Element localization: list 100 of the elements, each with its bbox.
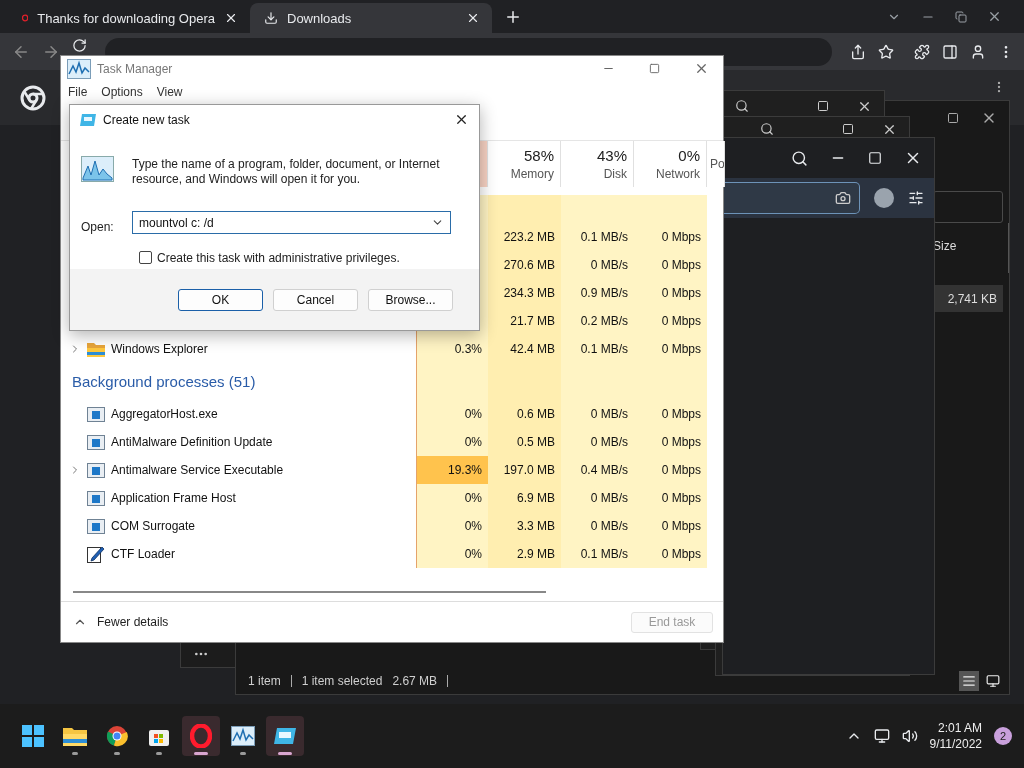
table-cell: 0% bbox=[416, 428, 488, 456]
window-title: Task Manager bbox=[97, 61, 173, 76]
table-cell: 19.3% bbox=[416, 456, 488, 484]
table-cell: 0 MB/s bbox=[561, 428, 634, 456]
reload-icon[interactable] bbox=[72, 38, 87, 53]
table-cell: 0% bbox=[416, 400, 488, 428]
menu-item[interactable]: View bbox=[156, 85, 183, 99]
chrome-icon[interactable] bbox=[106, 725, 128, 747]
star-icon[interactable] bbox=[878, 43, 894, 60]
side-panel-icon[interactable] bbox=[942, 43, 958, 60]
network-icon[interactable] bbox=[873, 728, 890, 744]
folder-icon[interactable] bbox=[63, 726, 87, 746]
close-icon[interactable] bbox=[987, 9, 1002, 24]
checkbox-label: Create this task with administrative privileges. bbox=[157, 250, 400, 265]
browser-tab[interactable]: Downloads bbox=[250, 3, 492, 33]
table-cell: 0.3% bbox=[416, 335, 488, 363]
table-cell: 0 MB/s bbox=[561, 512, 634, 540]
maximize-icon[interactable] bbox=[842, 123, 854, 135]
clock[interactable]: 2:01 AM 9/11/2022 bbox=[929, 721, 982, 751]
table-cell: 21.7 MB bbox=[488, 307, 561, 335]
application-window-icon bbox=[87, 518, 105, 534]
volume-icon[interactable] bbox=[901, 728, 918, 744]
chrome-logo-icon bbox=[20, 84, 46, 111]
table-cell: 0 Mbps bbox=[634, 400, 707, 428]
sliders-icon[interactable] bbox=[908, 190, 924, 206]
activity-graph-icon[interactable] bbox=[231, 726, 255, 746]
browser-tab[interactable]: Thanks for downloading Opera bbox=[8, 3, 250, 33]
table-cell: 0 MB/s bbox=[561, 251, 634, 279]
table-cell: 0 Mbps bbox=[634, 512, 707, 540]
notification-badge[interactable]: 2 bbox=[994, 727, 1012, 745]
run-window-icon[interactable] bbox=[273, 726, 297, 746]
search-icon[interactable] bbox=[760, 122, 774, 136]
windows-logo-icon[interactable] bbox=[22, 725, 44, 747]
table-cell: 0.9 MB/s bbox=[561, 279, 634, 307]
application-window-icon bbox=[87, 462, 105, 478]
process-name: Application Frame Host bbox=[111, 491, 236, 505]
pen-and-paper-icon bbox=[87, 545, 105, 563]
details-view-icon[interactable] bbox=[959, 671, 979, 691]
table-cell: 0 Mbps bbox=[634, 540, 707, 568]
opera-icon[interactable] bbox=[190, 724, 212, 748]
admin-checkbox[interactable]: Create this task with administrative privileges. bbox=[139, 246, 451, 269]
table-cell: 0 Mbps bbox=[634, 307, 707, 335]
menu-item[interactable]: File bbox=[68, 85, 88, 99]
table-cell: 0 Mbps bbox=[634, 223, 707, 251]
table-cell: 0.5 MB bbox=[488, 428, 561, 456]
dialog-button[interactable]: Cancel bbox=[273, 288, 358, 311]
table-cell: 0 Mbps bbox=[634, 251, 707, 279]
status-text: 1 item selected bbox=[301, 674, 383, 688]
table-cell: 0 Mbps bbox=[634, 484, 707, 512]
maximize-icon[interactable] bbox=[947, 112, 959, 124]
avatar-icon[interactable] bbox=[874, 188, 894, 208]
table-cell: 0 Mbps bbox=[634, 279, 707, 307]
maximize-icon[interactable] bbox=[817, 100, 829, 112]
close-icon[interactable] bbox=[224, 11, 238, 25]
restore-icon[interactable] bbox=[955, 9, 967, 24]
dialog-button[interactable]: OK bbox=[178, 288, 263, 311]
table-cell: 42.4 MB bbox=[488, 335, 561, 363]
process-name: AntiMalware Definition Update bbox=[111, 435, 273, 449]
camera-icon[interactable] bbox=[835, 190, 851, 206]
table-cell: 0.6 MB bbox=[488, 400, 561, 428]
process-name: Windows Explorer bbox=[111, 342, 208, 356]
table-cell: 0.4 MB/s bbox=[561, 456, 634, 484]
checkbox[interactable] bbox=[139, 251, 152, 265]
table-cell: 6.9 MB bbox=[488, 484, 561, 512]
dialog-button[interactable]: Browse... bbox=[368, 288, 453, 311]
file-size[interactable]: 2,741 KB bbox=[935, 285, 1003, 312]
process-name: Antimalware Service Executable bbox=[111, 463, 284, 477]
close-icon[interactable] bbox=[466, 11, 480, 25]
profile-icon[interactable] bbox=[970, 43, 986, 60]
application-window-icon bbox=[87, 406, 105, 422]
download-icon bbox=[264, 11, 278, 25]
table-cell: 0% bbox=[416, 512, 488, 540]
table-cell: 0.1 MB/s bbox=[561, 540, 634, 568]
dialog-title: Create new task bbox=[103, 112, 190, 127]
table-cell: 223.2 MB bbox=[488, 223, 561, 251]
close-icon[interactable] bbox=[454, 112, 469, 127]
search-icon[interactable] bbox=[791, 149, 808, 167]
table-cell: 0.2 MB/s bbox=[561, 307, 634, 335]
table-cell: 0.1 MB/s bbox=[561, 335, 634, 363]
table-cell: 0 Mbps bbox=[634, 456, 707, 484]
table-cell: 0 Mbps bbox=[634, 335, 707, 363]
puzzle-icon[interactable] bbox=[914, 43, 930, 60]
input-field[interactable]: mountvol c: /d bbox=[132, 211, 451, 235]
search-icon[interactable] bbox=[735, 99, 749, 113]
group-heading: Background processes (51) bbox=[71, 373, 256, 390]
table-cell: 0% bbox=[416, 484, 488, 512]
menu-item[interactable]: Options bbox=[101, 85, 143, 99]
dialog-message: Type the name of a program, folder, document, or Internet resource, and Windows will open it for you. bbox=[132, 156, 441, 188]
application-window-icon bbox=[87, 434, 105, 450]
table-cell: 234.3 MB bbox=[488, 279, 561, 307]
field-label: Open: bbox=[81, 220, 114, 234]
process-name: AggregatorHost.exe bbox=[111, 407, 218, 421]
activity-graph-icon[interactable] bbox=[67, 58, 91, 79]
run-window-icon bbox=[79, 112, 97, 127]
fewer-details-button[interactable]: Fewer details bbox=[73, 615, 169, 629]
search-field[interactable] bbox=[723, 182, 860, 214]
share-icon[interactable] bbox=[850, 43, 866, 60]
table-cell: 0 MB/s bbox=[561, 484, 634, 512]
table-cell: 2.9 MB bbox=[488, 540, 561, 568]
status-text: 2.67 MB bbox=[392, 674, 438, 688]
